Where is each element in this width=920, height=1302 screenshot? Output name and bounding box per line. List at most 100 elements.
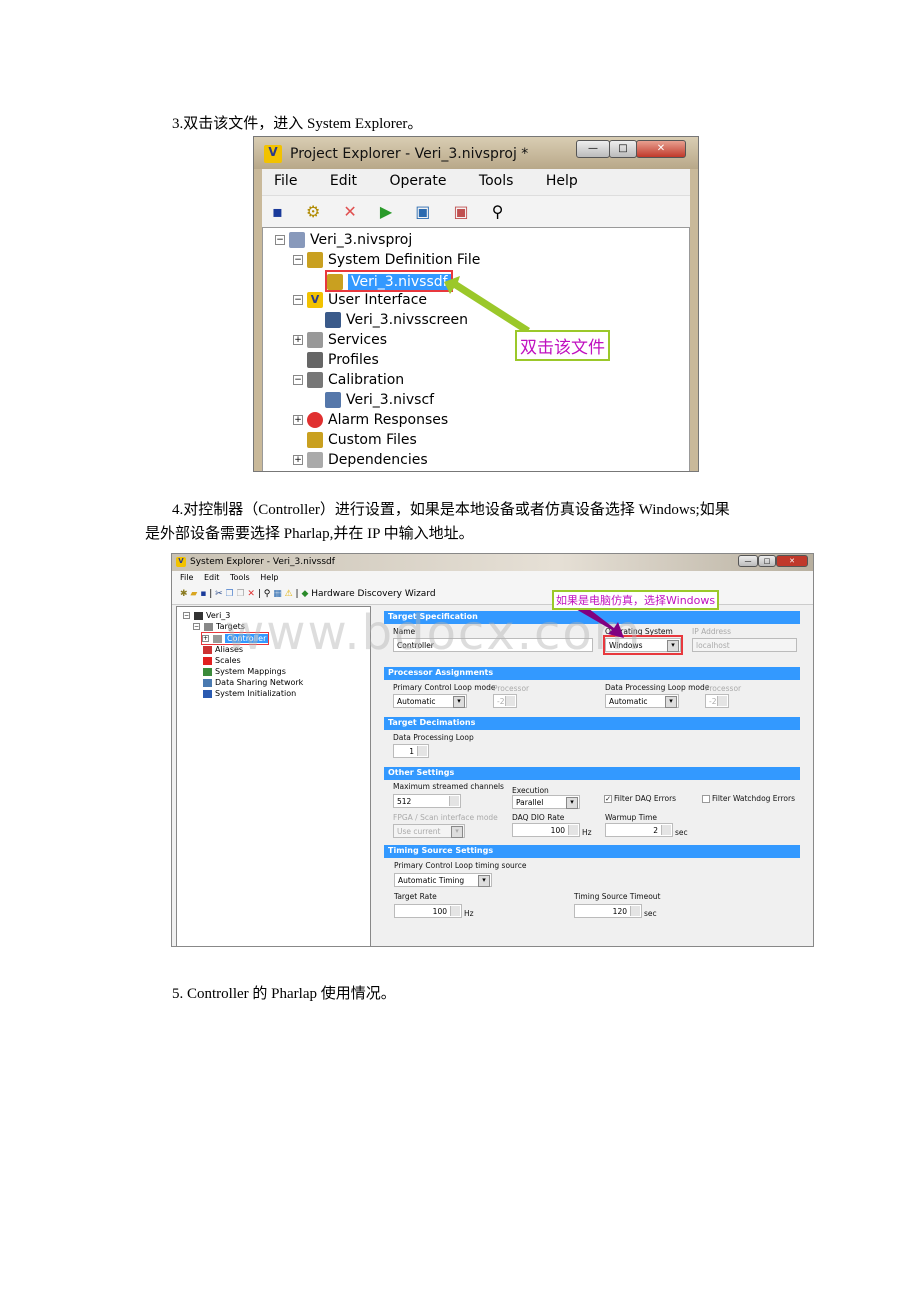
- tree-item-custom-files[interactable]: Custom Files: [307, 430, 417, 450]
- processor-label-2: Processor: [705, 684, 742, 693]
- step5-text: 5. Controller 的 Pharlap 使用情况。: [172, 986, 396, 1002]
- tree-item-calibration[interactable]: − Calibration: [293, 370, 404, 390]
- daq-dio-rate-stepper[interactable]: 100: [512, 823, 580, 837]
- menu-tools[interactable]: Tools: [230, 573, 250, 582]
- ip-input[interactable]: localhost: [692, 638, 797, 652]
- timeout-unit: sec: [644, 909, 657, 918]
- processor-stepper-1[interactable]: -2: [493, 694, 517, 708]
- deploy-icon[interactable]: ⚙: [306, 202, 320, 221]
- dio-unit: Hz: [582, 828, 592, 837]
- tree-item-project[interactable]: − Veri_3.nivsproj: [275, 230, 412, 250]
- target-rate-unit: Hz: [464, 909, 474, 918]
- save-icon[interactable]: ▪: [272, 202, 283, 221]
- section-other-settings: Other Settings: [384, 767, 800, 780]
- tree-item-dependencies[interactable]: + Dependencies: [293, 450, 428, 470]
- dpl-decimation-label: Data Processing Loop: [393, 733, 474, 742]
- execution-label: Execution: [512, 786, 549, 795]
- ip-label: IP Address: [692, 627, 731, 636]
- title-bar: V System Explorer - Veri_3.nivssdf — □ ✕: [172, 554, 813, 571]
- step4-text-line1: 4.对控制器（Controller）进行设置，如果是本地设备或者仿真设备选择 W…: [172, 502, 730, 518]
- tree-item-data-sharing-network[interactable]: Data Sharing Network: [203, 677, 303, 688]
- warmup-time-label: Warmup Time: [605, 813, 658, 822]
- menu-operate[interactable]: Operate: [389, 173, 446, 189]
- minimize-button[interactable]: —: [576, 140, 610, 158]
- checkbox-checked-icon: ✓: [604, 795, 612, 803]
- open-icon[interactable]: ▰: [190, 589, 197, 599]
- tree-item-user-interface[interactable]: − V User Interface: [293, 290, 427, 310]
- menu-edit[interactable]: Edit: [204, 573, 220, 582]
- new-icon[interactable]: ✱: [180, 589, 188, 599]
- max-channels-stepper[interactable]: 512: [393, 794, 461, 808]
- cut-icon[interactable]: ✂: [215, 589, 223, 599]
- window-title: Project Explorer - Veri_3.nivsproj *: [290, 146, 529, 162]
- warmup-unit: sec: [675, 828, 688, 837]
- run-icon[interactable]: ▶: [380, 202, 392, 221]
- delete-icon[interactable]: ✕: [343, 202, 356, 221]
- table-icon[interactable]: ▦: [273, 589, 282, 599]
- tree-item-system-definition[interactable]: − System Definition File: [293, 250, 480, 270]
- find-icon[interactable]: ⚲: [264, 589, 271, 599]
- execution-select[interactable]: Parallel: [512, 795, 580, 809]
- tree-item-system-initialization[interactable]: System Initialization: [203, 688, 296, 699]
- tree-item-veri3[interactable]: − Veri_3: [183, 610, 230, 621]
- tree-item-nivscf[interactable]: Veri_3.nivscf: [325, 390, 434, 410]
- menu-tools[interactable]: Tools: [479, 173, 514, 189]
- tree-item-services[interactable]: + Services: [293, 330, 387, 350]
- wizard-icon: ◆: [301, 589, 309, 599]
- processor-stepper-2[interactable]: -2: [705, 694, 729, 708]
- target-rate-label: Target Rate: [394, 892, 437, 901]
- maximize-button[interactable]: □: [758, 555, 776, 567]
- processor-label-1: Processor: [493, 684, 530, 693]
- minimize-button[interactable]: —: [738, 555, 758, 567]
- hardware-discovery-wizard-button[interactable]: ◆ Hardware Discovery Wizard: [301, 589, 435, 599]
- disconnect-icon[interactable]: ▣: [454, 202, 469, 221]
- copy-icon[interactable]: ❐: [226, 589, 234, 599]
- pcl-mode-select[interactable]: Automatic: [393, 694, 467, 708]
- dpl-decimation-stepper[interactable]: 1: [393, 744, 429, 758]
- timeout-label: Timing Source Timeout: [574, 892, 661, 901]
- menu-edit[interactable]: Edit: [330, 173, 357, 189]
- paste-icon[interactable]: ❐: [236, 589, 244, 599]
- filter-watchdog-errors-checkbox[interactable]: Filter Watchdog Errors: [702, 794, 795, 803]
- close-button[interactable]: ✕: [776, 555, 808, 567]
- tree-item-profiles[interactable]: Profiles: [307, 350, 379, 370]
- save-icon[interactable]: ▪: [200, 589, 206, 599]
- warning-icon[interactable]: ⚠: [285, 589, 293, 599]
- menu-help[interactable]: Help: [546, 173, 578, 189]
- menu-bar: File Edit Operate Tools Help: [262, 169, 690, 195]
- tree-item-system-mappings[interactable]: System Mappings: [203, 666, 286, 677]
- timing-source-select[interactable]: Automatic Timing: [394, 873, 492, 887]
- fpga-mode-select[interactable]: Use current: [393, 824, 465, 838]
- find-icon[interactable]: ⚲: [492, 202, 504, 221]
- callout-double-click: 双击该文件: [515, 330, 610, 361]
- menu-file[interactable]: File: [274, 173, 297, 189]
- callout-select-windows: 如果是电脑仿真，选择Windows: [552, 590, 720, 610]
- dpl-mode-select[interactable]: Automatic: [605, 694, 679, 708]
- section-timing-source-settings: Timing Source Settings: [384, 845, 800, 858]
- connect-icon[interactable]: ▣: [415, 202, 430, 221]
- menu-help[interactable]: Help: [260, 573, 278, 582]
- target-rate-stepper[interactable]: 100: [394, 904, 462, 918]
- tree-item-alarm-responses[interactable]: + Alarm Responses: [293, 410, 448, 430]
- timing-source-label: Primary Control Loop timing source: [394, 861, 527, 870]
- window-title: System Explorer - Veri_3.nivssdf: [190, 557, 335, 567]
- filter-daq-errors-checkbox[interactable]: ✓ Filter DAQ Errors: [604, 794, 676, 803]
- timeout-stepper[interactable]: 120: [574, 904, 642, 918]
- section-target-decimations: Target Decimations: [384, 717, 800, 730]
- pcl-mode-label: Primary Control Loop mode: [393, 683, 496, 692]
- daq-dio-rate-label: DAQ DIO Rate: [512, 813, 565, 822]
- fpga-mode-label: FPGA / Scan interface mode: [393, 813, 498, 822]
- checkbox-unchecked-icon: [702, 795, 710, 803]
- section-processor-assignments: Processor Assignments: [384, 667, 800, 680]
- step4-text-line2: 是外部设备需要选择 Pharlap,并在 IP 中输入地址。: [145, 526, 474, 542]
- project-tree: − Veri_3.nivsproj − System Definition File…: [262, 227, 690, 471]
- max-channels-label: Maximum streamed channels: [393, 782, 504, 791]
- menu-file[interactable]: File: [180, 573, 193, 582]
- warmup-time-stepper[interactable]: 2: [605, 823, 673, 837]
- maximize-button[interactable]: □: [609, 140, 637, 158]
- step3-text: 3.双击该文件，进入 System Explorer。: [172, 116, 423, 132]
- delete-icon[interactable]: ✕: [247, 589, 255, 599]
- veristand-logo-icon: V: [264, 145, 282, 163]
- toolbar: ▪ ⚙ ✕ ▶ ▣ ▣ ⚲: [262, 195, 690, 227]
- close-button[interactable]: ✕: [636, 140, 686, 158]
